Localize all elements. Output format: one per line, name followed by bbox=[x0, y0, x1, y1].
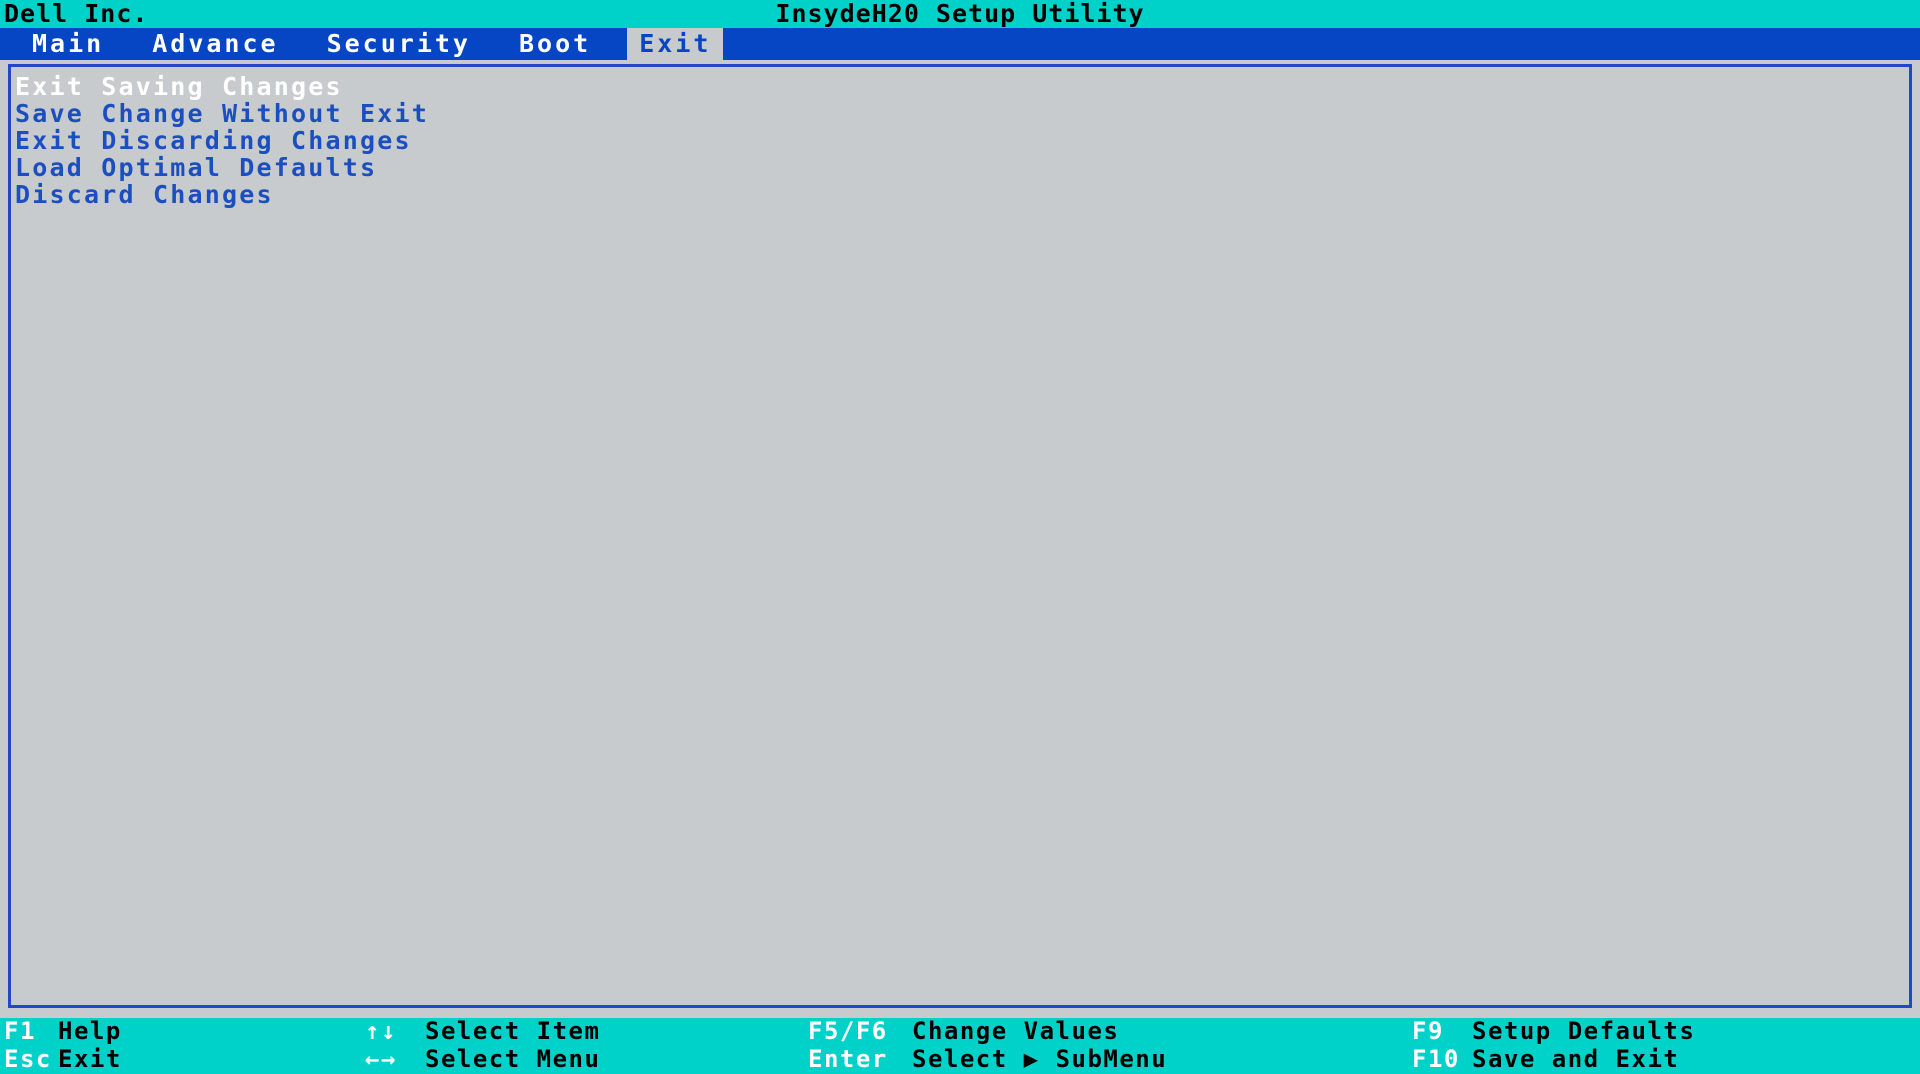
tab-exit[interactable]: Exit bbox=[627, 28, 724, 60]
help-column-2: ↑↓ Select Item ←→ Select Menu bbox=[365, 1018, 600, 1074]
option-load-optimal-defaults[interactable]: Load Optimal Defaults bbox=[15, 154, 429, 181]
help-row-change-values: F5/F6 Change Values bbox=[808, 1018, 1167, 1046]
footer-help-bar: F1 Help Esc Exit ↑↓ Select Item ←→ Selec… bbox=[0, 1018, 1920, 1074]
content-panel: Exit Saving Changes Save Change Without … bbox=[8, 64, 1912, 1008]
help-key-f9: F9 bbox=[1412, 1017, 1444, 1045]
left-right-arrow-icon: ←→ bbox=[365, 1045, 397, 1073]
option-discard-changes[interactable]: Discard Changes bbox=[15, 181, 429, 208]
utility-title: InsydeH20 Setup Utility bbox=[775, 0, 1145, 28]
exit-options-list: Exit Saving Changes Save Change Without … bbox=[15, 73, 429, 208]
help-desc-select-submenu: Select ▶ SubMenu bbox=[912, 1045, 1168, 1073]
title-bar: Dell Inc. InsydeH20 Setup Utility bbox=[0, 0, 1920, 28]
help-row-setup-defaults: F9 Setup Defaults bbox=[1412, 1018, 1695, 1046]
help-column-1: F1 Help Esc Exit bbox=[4, 1018, 122, 1074]
up-down-arrow-icon: ↑↓ bbox=[365, 1017, 397, 1045]
option-exit-saving-changes[interactable]: Exit Saving Changes bbox=[15, 73, 429, 100]
tab-advance[interactable]: Advance bbox=[140, 28, 290, 60]
option-exit-discarding-changes[interactable]: Exit Discarding Changes bbox=[15, 127, 429, 154]
help-key-f5-f6: F5/F6 bbox=[808, 1017, 888, 1045]
help-desc-select-menu: Select Menu bbox=[425, 1045, 601, 1073]
option-save-change-without-exit[interactable]: Save Change Without Exit bbox=[15, 100, 429, 127]
help-key-f10: F10 bbox=[1412, 1045, 1460, 1073]
help-desc-help: Help bbox=[58, 1017, 122, 1045]
help-row-select-submenu: Enter Select ▶ SubMenu bbox=[808, 1046, 1167, 1074]
help-key-enter: Enter bbox=[808, 1045, 888, 1073]
help-column-4: F9 Setup Defaults F10 Save and Exit bbox=[1412, 1018, 1695, 1074]
menu-bar: Main Advance Security Boot Exit bbox=[0, 28, 1920, 60]
tab-boot[interactable]: Boot bbox=[507, 28, 603, 60]
help-desc-select-item: Select Item bbox=[425, 1017, 601, 1045]
help-row-select-item: ↑↓ Select Item bbox=[365, 1018, 600, 1046]
help-column-3: F5/F6 Change Values Enter Select ▶ SubMe… bbox=[808, 1018, 1167, 1074]
help-desc-save-and-exit: Save and Exit bbox=[1472, 1045, 1680, 1073]
help-row-save-and-exit: F10 Save and Exit bbox=[1412, 1046, 1695, 1074]
bios-setup-screen: Dell Inc. InsydeH20 Setup Utility Main A… bbox=[0, 0, 1920, 1074]
help-row-esc-exit: Esc Exit bbox=[4, 1046, 122, 1074]
help-desc-setup-defaults: Setup Defaults bbox=[1472, 1017, 1696, 1045]
tab-main[interactable]: Main bbox=[20, 28, 116, 60]
help-row-f1-help: F1 Help bbox=[4, 1018, 122, 1046]
help-desc-change-values: Change Values bbox=[912, 1017, 1120, 1045]
tab-security[interactable]: Security bbox=[315, 28, 483, 60]
help-row-select-menu: ←→ Select Menu bbox=[365, 1046, 600, 1074]
help-desc-exit: Exit bbox=[58, 1045, 122, 1073]
help-key-f1: F1 bbox=[4, 1017, 36, 1045]
help-key-esc: Esc bbox=[4, 1045, 52, 1073]
